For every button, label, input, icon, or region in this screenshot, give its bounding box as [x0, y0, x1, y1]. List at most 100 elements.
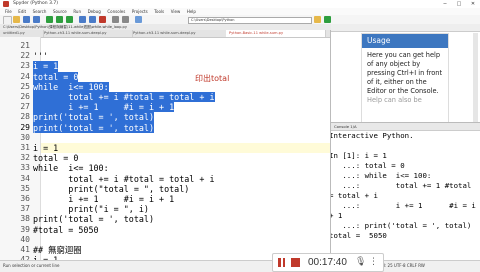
stop-icon[interactable]: [291, 258, 300, 267]
code-text: i = 1: [33, 143, 59, 153]
help-usage-card: Usage Here you can get help of any objec…: [361, 33, 449, 124]
working-directory-input[interactable]: C:\Users\Desktop\Python: [188, 17, 312, 24]
code-line[interactable]: 40: [0, 235, 330, 245]
line-number: 40: [20, 234, 30, 244]
save-all-icon[interactable]: [33, 16, 40, 23]
microphone-icon[interactable]: 🎙: [355, 257, 366, 268]
code-line[interactable]: 34 total += i #total = total + i: [0, 174, 330, 184]
code-text: i += 1 #i = i + 1: [33, 102, 175, 113]
code-line[interactable]: 23 i = 1: [0, 61, 330, 72]
line-number: 39: [20, 224, 30, 234]
code-line[interactable]: 25 while i<= 100:: [0, 81, 330, 92]
editor-tabs: untitled1.py Python-ch3-11 while-sum-dee…: [0, 30, 330, 38]
code-text: print('total = ', total): [33, 112, 155, 123]
more-icon[interactable]: ⋮: [369, 257, 379, 268]
code-text: ''': [33, 51, 49, 62]
open-file-icon[interactable]: [13, 16, 20, 23]
code-text: total += i #total = total + i: [33, 92, 215, 103]
line-number: 37: [20, 204, 30, 214]
console-line: ...: i += 1 #i = i: [331, 201, 476, 210]
console-tabs: Console 1/A: [331, 123, 480, 131]
code-line[interactable]: 39 #total = 5050: [0, 225, 330, 235]
line-number: 23: [20, 61, 30, 71]
code-line[interactable]: 28 print('total = ', total): [0, 112, 330, 123]
debug-icon[interactable]: [79, 16, 86, 23]
code-text: ## 無窮迴圈: [33, 245, 82, 255]
minimize-button[interactable]: ─: [438, 0, 452, 8]
code-line[interactable]: 31 i = 1: [0, 143, 330, 153]
console-tab[interactable]: Console 1/A: [334, 124, 357, 129]
line-number: 35: [20, 183, 30, 193]
code-line[interactable]: 33 while i<= 100:: [0, 163, 330, 173]
code-line[interactable]: 24 total = 0: [0, 71, 330, 82]
menu-help[interactable]: Help: [187, 8, 196, 15]
code-line[interactable]: 26 total += i #total = total + i: [0, 92, 330, 103]
line-number: 21: [20, 41, 30, 50]
menu-file[interactable]: File: [5, 8, 12, 15]
maximize-button[interactable]: □: [452, 0, 466, 8]
console-line: + 1: [331, 211, 343, 220]
line-number: 29: [20, 122, 30, 132]
close-button[interactable]: ✕: [466, 0, 480, 8]
ipython-console[interactable]: Console 1/A Interactive Python. In [1]: i…: [331, 122, 480, 261]
tab-file-3[interactable]: Python-ch3-11 while-sum-deepl.py: [130, 30, 229, 37]
menu-run[interactable]: Run: [73, 8, 81, 15]
help-body: Here you can get help of any object by p…: [367, 51, 447, 105]
preferences-icon[interactable]: [122, 16, 129, 23]
tab-file-1[interactable]: untitled1.py: [0, 30, 44, 37]
console-line: = total + i: [331, 191, 378, 200]
console-line: ...: total += 1 #total: [331, 181, 472, 190]
menu-tools[interactable]: Tools: [154, 8, 164, 15]
code-line[interactable]: 37 print("i = ", i): [0, 204, 330, 214]
pause-icon[interactable]: [278, 258, 286, 267]
help-scrollbar[interactable]: [473, 33, 478, 122]
menu-view[interactable]: View: [171, 8, 181, 15]
console-line: ...: while i<= 100:: [331, 171, 432, 180]
menu-debug[interactable]: Debug: [88, 8, 101, 15]
code-line[interactable]: 38 print('total = ', total): [0, 214, 330, 224]
code-line[interactable]: 27 i += 1 #i = i + 1: [0, 102, 330, 113]
code-line[interactable]: 35 print("total = ", total): [0, 184, 330, 194]
python-path-icon[interactable]: [135, 16, 142, 23]
line-number: 27: [20, 102, 30, 112]
line-number: 33: [20, 163, 30, 173]
go-up-icon[interactable]: [324, 16, 331, 23]
menu-consoles[interactable]: Consoles: [107, 8, 125, 15]
save-icon[interactable]: [23, 16, 30, 23]
step-icon[interactable]: [89, 16, 96, 23]
browse-folder-icon[interactable]: [314, 16, 321, 23]
line-number: 32: [20, 153, 30, 163]
maximize-pane-icon[interactable]: [112, 16, 119, 23]
run-selection-icon[interactable]: [66, 16, 73, 23]
window-title: Spyder (Python 3.7): [13, 1, 58, 6]
code-line[interactable]: 22 ''': [0, 51, 330, 61]
line-number: 30: [20, 132, 30, 142]
menu-projects[interactable]: Projects: [132, 8, 148, 15]
code-editor[interactable]: untitled1.py Python-ch3-11 while-sum-dee…: [0, 30, 331, 265]
help-toolbar: [331, 24, 480, 32]
code-line[interactable]: 36 i += 1 #i = i + 1: [0, 194, 330, 204]
code-text: while i<= 100:: [33, 163, 109, 174]
menu-search[interactable]: Search: [33, 8, 47, 15]
run-icon[interactable]: [46, 16, 53, 23]
help-body-text: Here you can get help of any object by p…: [367, 51, 443, 95]
code-text: i += 1 #i = i + 1: [33, 194, 175, 204]
line-number: 41: [20, 245, 30, 254]
code-line[interactable]: 30: [0, 133, 330, 143]
tab-file-active[interactable]: Python-Basic-11 while-sum.py: [226, 30, 326, 37]
line-number: 34: [20, 173, 30, 183]
code-line[interactable]: 32 total = 0: [0, 153, 330, 163]
console-line: Interactive Python.: [331, 131, 414, 140]
code-text: total = 0: [33, 153, 79, 164]
line-number: 36: [20, 194, 30, 203]
run-cell-icon[interactable]: [56, 16, 63, 23]
recording-timer: 00:17:40: [308, 257, 347, 268]
tab-file-2[interactable]: Python-ch3-11 while-sum-deepl.py: [41, 30, 133, 37]
stop-debug-icon[interactable]: [99, 16, 106, 23]
code-text: print("total = ", total): [33, 183, 190, 194]
menu-source[interactable]: Source: [53, 8, 67, 15]
code-line[interactable]: 21: [0, 41, 330, 51]
code-line[interactable]: 29 print('total = ', total): [0, 122, 330, 133]
status-bar: Run selection or current line Line: 29, …: [0, 260, 480, 271]
menu-edit[interactable]: Edit: [18, 8, 26, 15]
